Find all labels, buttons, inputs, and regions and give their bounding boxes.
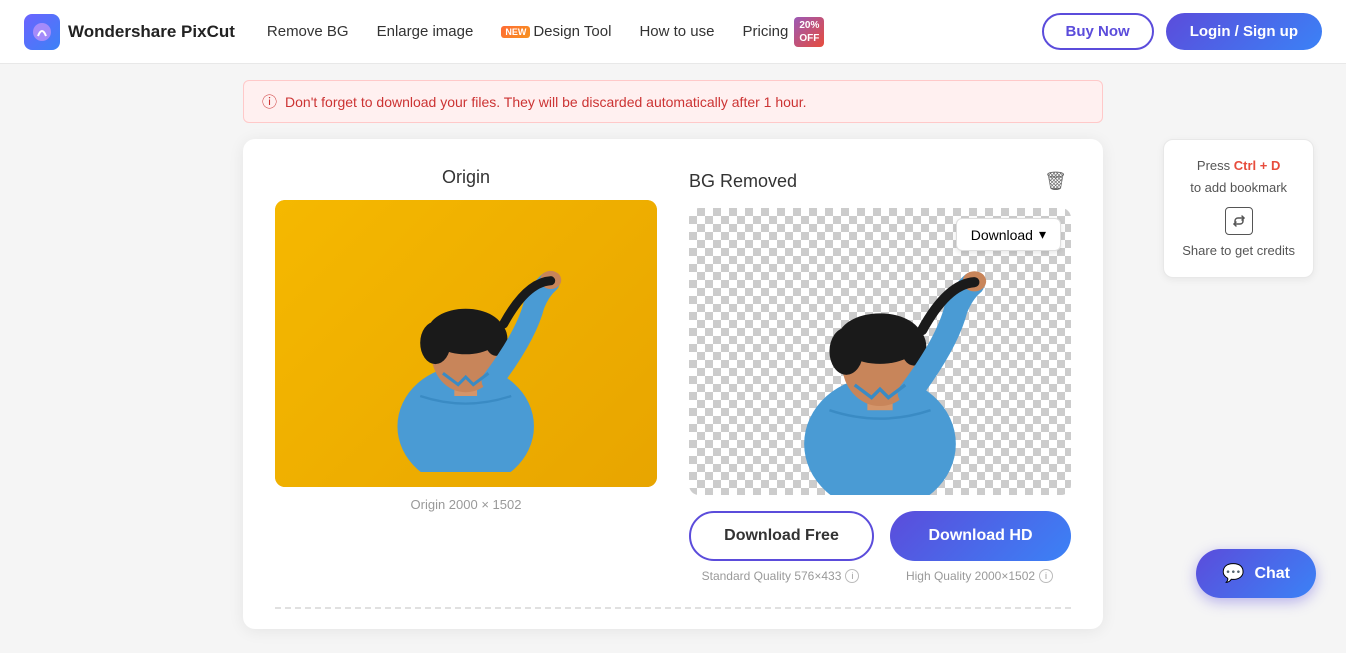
origin-image-bg [275,200,657,487]
action-buttons: Download Free Download HD [689,511,1071,561]
warning-icon: ⓘ [262,91,277,112]
download-chevron-icon: ▾ [1039,226,1046,243]
bg-removed-column: BG Removed 🗑 [689,167,1071,583]
share-label: Share to get credits [1182,241,1295,261]
origin-image [275,200,657,487]
warning-text: Don't forget to download your files. The… [285,94,806,110]
nav-pricing[interactable]: Pricing 20%OFF [742,17,824,47]
download-free-button[interactable]: Download Free [689,511,874,561]
nav-how-to-use[interactable]: How to use [639,23,714,40]
nav-enlarge-image[interactable]: Enlarge image [377,23,474,40]
download-overlay-label: Download [971,227,1033,243]
quality-standard-label: Standard Quality 576×433 i [689,569,872,583]
chat-bubble-icon: 💬 [1222,563,1244,584]
navbar: Wondershare PixCut Remove BG Enlarge ima… [0,0,1346,64]
quality-standard-info-icon[interactable]: i [845,569,859,583]
share-row: Share to get credits [1182,207,1295,261]
brand-name: Wondershare PixCut [68,22,235,42]
quality-high-info-icon[interactable]: i [1039,569,1053,583]
login-signup-button[interactable]: Login / Sign up [1166,13,1322,50]
editor-columns: Origin [275,167,1071,583]
quality-labels: Standard Quality 576×433 i High Quality … [689,569,1071,583]
bg-removed-image-wrapper: Download ▾ [689,208,1071,495]
origin-caption: Origin 2000 × 1502 [275,497,657,512]
bookmark-press-label: Press Ctrl + D [1182,156,1295,176]
download-hd-button[interactable]: Download HD [890,511,1071,561]
delete-button[interactable]: 🗑 [1040,167,1071,196]
side-panel: Press Ctrl + D to add bookmark Share to … [1163,139,1314,278]
warning-banner: ⓘ Don't forget to download your files. T… [243,80,1103,123]
chat-button[interactable]: 💬 Chat [1196,549,1316,598]
bottom-divider [275,607,1071,609]
origin-title: Origin [275,167,657,188]
quality-high-label: High Quality 2000×1502 i [888,569,1071,583]
origin-column: Origin [275,167,657,512]
download-overlay-button[interactable]: Download ▾ [956,218,1061,251]
origin-image-svg [332,214,599,472]
nav-remove-bg[interactable]: Remove BG [267,23,349,40]
buy-now-button[interactable]: Buy Now [1042,13,1154,50]
brand-logo[interactable]: Wondershare PixCut [24,14,235,50]
editor-card: Origin [243,139,1103,629]
chat-label: Chat [1254,565,1290,583]
col-right-header: BG Removed 🗑 [689,167,1071,196]
logo-icon [24,14,60,50]
shortcut-keys: Ctrl + D [1234,158,1281,173]
share-icon[interactable] [1225,207,1253,235]
nav-design-tool[interactable]: NEWDesign Tool [501,23,611,40]
pricing-badge: 20%OFF [794,17,824,47]
bg-removed-title: BG Removed [689,171,797,192]
bookmark-card: Press Ctrl + D to add bookmark Share to … [1163,139,1314,278]
main-content: Origin [0,139,1346,653]
new-badge: NEW [501,26,530,38]
nav-actions: Buy Now Login / Sign up [1042,13,1322,50]
bookmark-sub-label: to add bookmark [1182,178,1295,198]
nav-links: Remove BG Enlarge image NEWDesign Tool H… [267,17,1010,47]
